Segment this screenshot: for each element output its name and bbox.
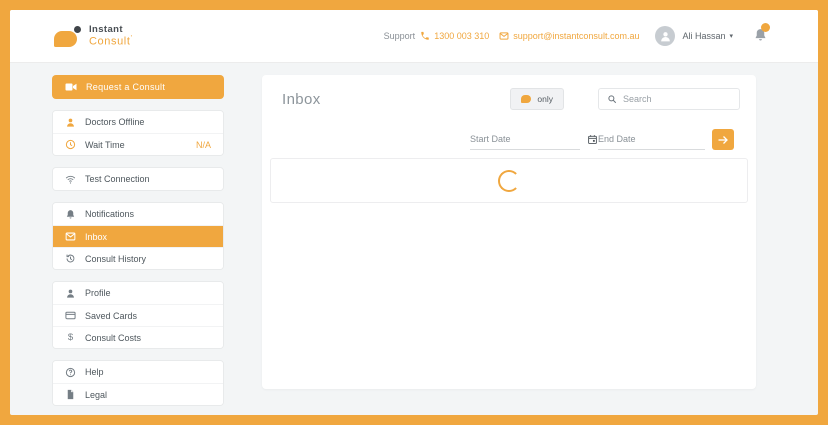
sidebar-item-label: Legal [85,389,108,400]
inbox-header: Inbox only [262,75,756,110]
history-icon [65,253,76,264]
credit-card-icon [65,310,76,321]
sidebar-item-label: Profile [85,288,111,298]
wait-time-label: Wait Time [85,139,125,150]
document-icon [65,389,76,400]
brand-logo[interactable]: Instant Consult’ [54,24,133,48]
sidebar-item-label: Inbox [85,231,108,242]
apply-date-filter-button[interactable] [712,129,734,150]
video-camera-icon [65,83,77,91]
date-filter-row [262,129,756,150]
bell-icon [65,209,76,220]
end-date-input[interactable] [598,134,715,144]
app-frame: Instant Consult’ Support 1300 003 310 su… [0,0,828,425]
sidebar-item-label: Help [85,367,104,377]
person-icon [661,31,670,41]
envelope-icon [65,231,76,242]
support-phone-link[interactable]: 1300 003 310 [420,31,489,41]
connection-card: Test Connection [52,167,224,191]
doctors-status-row: Doctors Offline [53,111,223,133]
search-input[interactable] [623,94,731,104]
arrow-right-icon [718,135,728,144]
user-name[interactable]: Ali Hassan [682,31,725,41]
inbox-list-panel [270,158,748,203]
notifications-bell-button[interactable] [753,23,770,45]
sidebar-item-help[interactable]: Help [53,361,223,383]
request-consult-label: Request a Consult [86,82,166,92]
notification-badge [761,23,770,32]
ic-only-filter-button[interactable]: only [510,88,564,110]
sidebar-item-label: Saved Cards [85,310,138,321]
sidebar-item-label: Consult Costs [85,332,142,343]
brand-line2: Consult’ [89,35,133,48]
chevron-down-icon[interactable]: ▾ [729,32,733,40]
sidebar: Request a Consult Doctors Offline Wait T… [52,75,224,406]
status-card: Doctors Offline Wait Time N/A [52,110,224,156]
calendar-icon[interactable] [587,134,598,145]
content-area: Request a Consult Doctors Offline Wait T… [10,63,818,415]
sidebar-item-saved-cards[interactable]: Saved Cards [53,304,223,326]
sidebar-item-consult-history[interactable]: Consult History [53,247,223,269]
instant-consult-logo-icon [521,95,532,103]
page: Instant Consult’ Support 1300 003 310 su… [10,10,818,415]
info-card: Help Legal [52,360,224,406]
end-date-field [598,130,725,150]
sidebar-item-inbox[interactable]: Inbox [53,225,223,247]
user-avatar[interactable] [655,26,676,46]
search-box [598,88,740,110]
account-card: Profile Saved Cards $ Consult Costs [52,281,224,349]
support-email-link[interactable]: support@instantconsult.com.au [499,31,639,41]
inbox-panel: Inbox only [262,75,756,389]
start-date-input[interactable] [470,134,587,144]
support-phone: 1300 003 310 [434,31,490,41]
clock-icon [65,139,76,150]
nav-card: Notifications Inbox Consult History [52,202,224,270]
sidebar-item-label: Consult History [85,253,147,264]
request-consult-button[interactable]: Request a Consult [52,75,224,99]
sidebar-item-label: Test Connection [85,174,150,184]
support-label: Support [383,31,416,41]
doctor-icon [65,117,76,128]
sidebar-item-label: Notifications [85,209,135,219]
help-icon [65,367,76,378]
sidebar-item-legal[interactable]: Legal [53,383,223,405]
topbar-right: Support 1300 003 310 support@instantcons… [383,23,770,46]
wifi-icon [65,174,76,185]
dollar-icon: $ [67,331,74,343]
sidebar-item-test-connection[interactable]: Test Connection [53,168,223,190]
page-title: Inbox [282,90,321,108]
brand-line1: Instant [89,24,123,36]
phone-icon [421,31,429,40]
filter-button-label: only [537,94,553,104]
loading-spinner [498,169,520,192]
wait-time-value: N/A [195,139,211,150]
sidebar-item-profile[interactable]: Profile [53,282,223,304]
top-bar: Instant Consult’ Support 1300 003 310 su… [10,10,818,63]
sidebar-item-notifications[interactable]: Notifications [53,203,223,225]
search-icon [608,95,617,104]
wait-time-row: Wait Time N/A [53,133,223,155]
person-icon [65,288,76,299]
doctors-status-label: Doctors Offline [85,117,145,127]
start-date-field [470,130,597,150]
brand-text: Instant Consult’ [89,24,133,48]
instant-consult-logo-icon [54,25,81,47]
mail-icon [499,32,509,40]
sidebar-item-consult-costs[interactable]: $ Consult Costs [53,326,223,348]
support-email: support@instantconsult.com.au [513,31,640,41]
